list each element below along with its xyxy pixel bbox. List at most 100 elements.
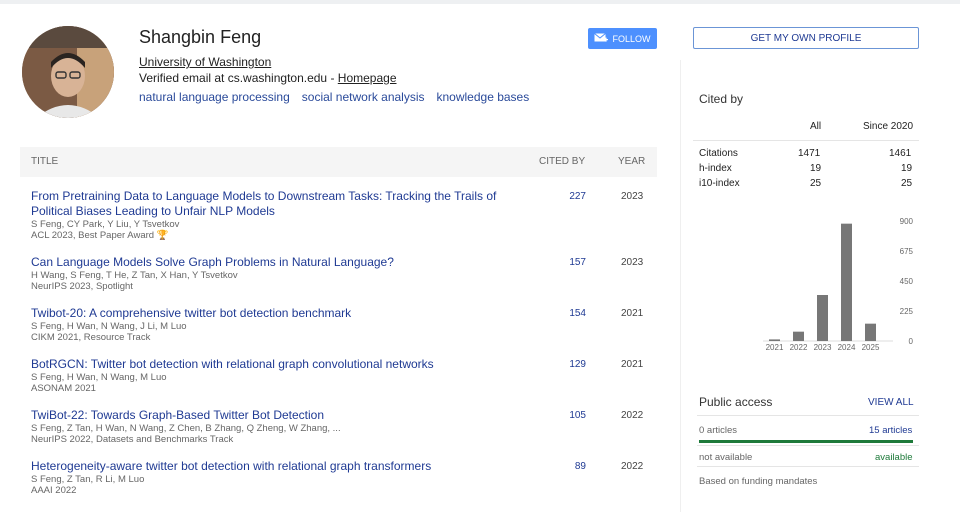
interest-link[interactable]: knowledge bases bbox=[437, 90, 530, 104]
research-interests: natural language processing social netwo… bbox=[139, 90, 529, 104]
metric-row: Citations 1471 1461 bbox=[693, 146, 919, 161]
publication-year: 2022 bbox=[621, 410, 644, 421]
cited-count[interactable]: 227 bbox=[568, 191, 586, 202]
metric-all: 1471 bbox=[798, 148, 821, 159]
chart-x-label: 2023 bbox=[814, 343, 832, 352]
chart-y-tick: 900 bbox=[900, 217, 914, 226]
cited-count[interactable]: 89 bbox=[568, 461, 586, 472]
publication-authors: S Feng, H Wan, N Wang, J Li, M Luo bbox=[31, 321, 187, 332]
sort-title[interactable]: TITLE bbox=[31, 156, 58, 167]
publication-venue: CIKM 2021, Resource Track bbox=[31, 332, 151, 343]
publication-authors: S Feng, H Wan, N Wang, M Luo bbox=[31, 372, 167, 383]
publication-year: 2022 bbox=[621, 461, 644, 472]
interest-link[interactable]: natural language processing bbox=[139, 90, 290, 104]
cited-count[interactable]: 157 bbox=[568, 257, 586, 268]
view-all-link[interactable]: VIEW ALL bbox=[868, 397, 914, 408]
publication-venue: ACL 2023, Best Paper Award 🏆 bbox=[31, 230, 169, 241]
verified-text: Verified email at cs.washington.edu - bbox=[139, 71, 338, 85]
chart-y-tick: 450 bbox=[900, 277, 914, 286]
cited-count[interactable]: 154 bbox=[568, 308, 586, 319]
publication-venue: ASONAM 2021 bbox=[31, 383, 96, 394]
chart-y-tick: 225 bbox=[900, 307, 914, 316]
metrics-header: All Since 2020 bbox=[693, 117, 919, 141]
metric-row: i10-index 25 25 bbox=[693, 176, 919, 191]
publication-year: 2021 bbox=[621, 308, 644, 319]
status-not-available: not available bbox=[699, 452, 753, 463]
publication-title[interactable]: BotRGCN: Twitter bot detection with rela… bbox=[31, 357, 511, 372]
chart-x-label: 2021 bbox=[766, 343, 784, 352]
sort-cited-by[interactable]: CITED BY bbox=[539, 156, 585, 167]
profile-name: Shangbin Feng bbox=[139, 27, 262, 47]
publication-authors: S Feng, Z Tan, R Li, M Luo bbox=[31, 474, 145, 485]
publications-header: TITLE CITED BY YEAR bbox=[20, 147, 657, 177]
chart-bar-2022[interactable] bbox=[793, 331, 804, 341]
chart-x-label: 2024 bbox=[838, 343, 856, 352]
publication-authors: S Feng, CY Park, Y Liu, Y Tsvetkov bbox=[31, 219, 180, 230]
avatar bbox=[22, 26, 114, 118]
table-row: From Pretraining Data to Language Models… bbox=[31, 189, 657, 241]
divider bbox=[697, 445, 919, 446]
metric-since: 25 bbox=[901, 178, 913, 189]
funding-mandates-note: Based on funding mandates bbox=[699, 476, 818, 487]
get-own-profile-button[interactable]: GET MY OWN PROFILE bbox=[693, 27, 919, 49]
metric-all: 25 bbox=[810, 178, 822, 189]
divider bbox=[697, 466, 919, 467]
col-all: All bbox=[810, 121, 822, 132]
metric-label[interactable]: Citations bbox=[699, 148, 738, 159]
articles-unavailable-count[interactable]: 0 articles bbox=[699, 425, 737, 436]
table-row: Can Language Models Solve Graph Problems… bbox=[31, 255, 657, 292]
publication-venue: NeurIPS 2023, Spotlight bbox=[31, 281, 133, 292]
publication-title[interactable]: Heterogeneity-aware twitter bot detectio… bbox=[31, 459, 511, 474]
metric-since: 1461 bbox=[889, 148, 912, 159]
public-access-progress-bar bbox=[699, 440, 913, 443]
table-row: BotRGCN: Twitter bot detection with rela… bbox=[31, 357, 657, 394]
publication-venue: AAAI 2022 bbox=[31, 485, 77, 496]
top-border bbox=[0, 0, 960, 4]
table-row: Twibot-20: A comprehensive twitter bot d… bbox=[31, 306, 657, 343]
verified-email: Verified email at cs.washington.edu - Ho… bbox=[139, 71, 397, 85]
metric-row: h-index 19 19 bbox=[693, 161, 919, 176]
publication-title[interactable]: TwiBot-22: Towards Graph-Based Twitter B… bbox=[31, 408, 511, 423]
divider bbox=[697, 415, 919, 416]
panel-divider bbox=[680, 60, 681, 512]
follow-label: FOLLOW bbox=[612, 33, 651, 44]
chart-x-label: 2022 bbox=[790, 343, 808, 352]
interest-link[interactable]: social network analysis bbox=[302, 90, 425, 104]
cited-count[interactable]: 129 bbox=[568, 359, 586, 370]
table-row: TwiBot-22: Towards Graph-Based Twitter B… bbox=[31, 408, 657, 445]
public-access-heading: Public access bbox=[699, 395, 773, 409]
chart-bar-2023[interactable] bbox=[817, 295, 828, 341]
chart-x-label: 2025 bbox=[862, 343, 880, 352]
follow-button[interactable]: FOLLOW bbox=[588, 28, 657, 49]
articles-available-count[interactable]: 15 articles bbox=[869, 425, 912, 436]
metric-label[interactable]: i10-index bbox=[699, 178, 740, 189]
cited-by-heading: Cited by bbox=[699, 92, 744, 106]
publication-authors: S Feng, Z Tan, H Wan, N Wang, Z Chen, B … bbox=[31, 423, 341, 434]
col-since: Since 2020 bbox=[863, 121, 914, 132]
chart-y-tick: 675 bbox=[900, 247, 914, 256]
citation-metrics-table: All Since 2020 Citations 1471 1461 h-ind… bbox=[693, 117, 919, 191]
homepage-link[interactable]: Homepage bbox=[338, 71, 397, 85]
publication-year: 2023 bbox=[621, 257, 644, 268]
publication-year: 2023 bbox=[621, 191, 644, 202]
table-row: Heterogeneity-aware twitter bot detectio… bbox=[31, 459, 657, 496]
chart-bar-2021[interactable] bbox=[769, 339, 780, 341]
chart-bar-2024[interactable] bbox=[841, 223, 852, 341]
publication-title[interactable]: Can Language Models Solve Graph Problems… bbox=[31, 255, 511, 270]
status-available: available bbox=[875, 452, 913, 463]
publication-venue: NeurIPS 2022, Datasets and Benchmarks Tr… bbox=[31, 434, 234, 445]
chart-y-tick: 0 bbox=[909, 337, 914, 346]
publication-title[interactable]: Twibot-20: A comprehensive twitter bot d… bbox=[31, 306, 511, 321]
publication-authors: H Wang, S Feng, T He, Z Tan, X Han, Y Ts… bbox=[31, 270, 238, 281]
publication-title[interactable]: From Pretraining Data to Language Models… bbox=[31, 189, 511, 219]
citations-bar-chart: 2021 2022 2023 2024 2025 900 675 450 225 0 bbox=[763, 217, 914, 352]
cited-count[interactable]: 105 bbox=[568, 410, 586, 421]
affiliation-link[interactable]: University of Washington bbox=[139, 55, 271, 69]
metric-label[interactable]: h-index bbox=[699, 163, 732, 174]
mail-plus-icon bbox=[594, 33, 609, 42]
chart-bar-2025[interactable] bbox=[865, 323, 876, 341]
publication-year: 2021 bbox=[621, 359, 644, 370]
sort-year[interactable]: YEAR bbox=[618, 156, 645, 167]
metric-since: 19 bbox=[901, 163, 913, 174]
metric-all: 19 bbox=[810, 163, 822, 174]
